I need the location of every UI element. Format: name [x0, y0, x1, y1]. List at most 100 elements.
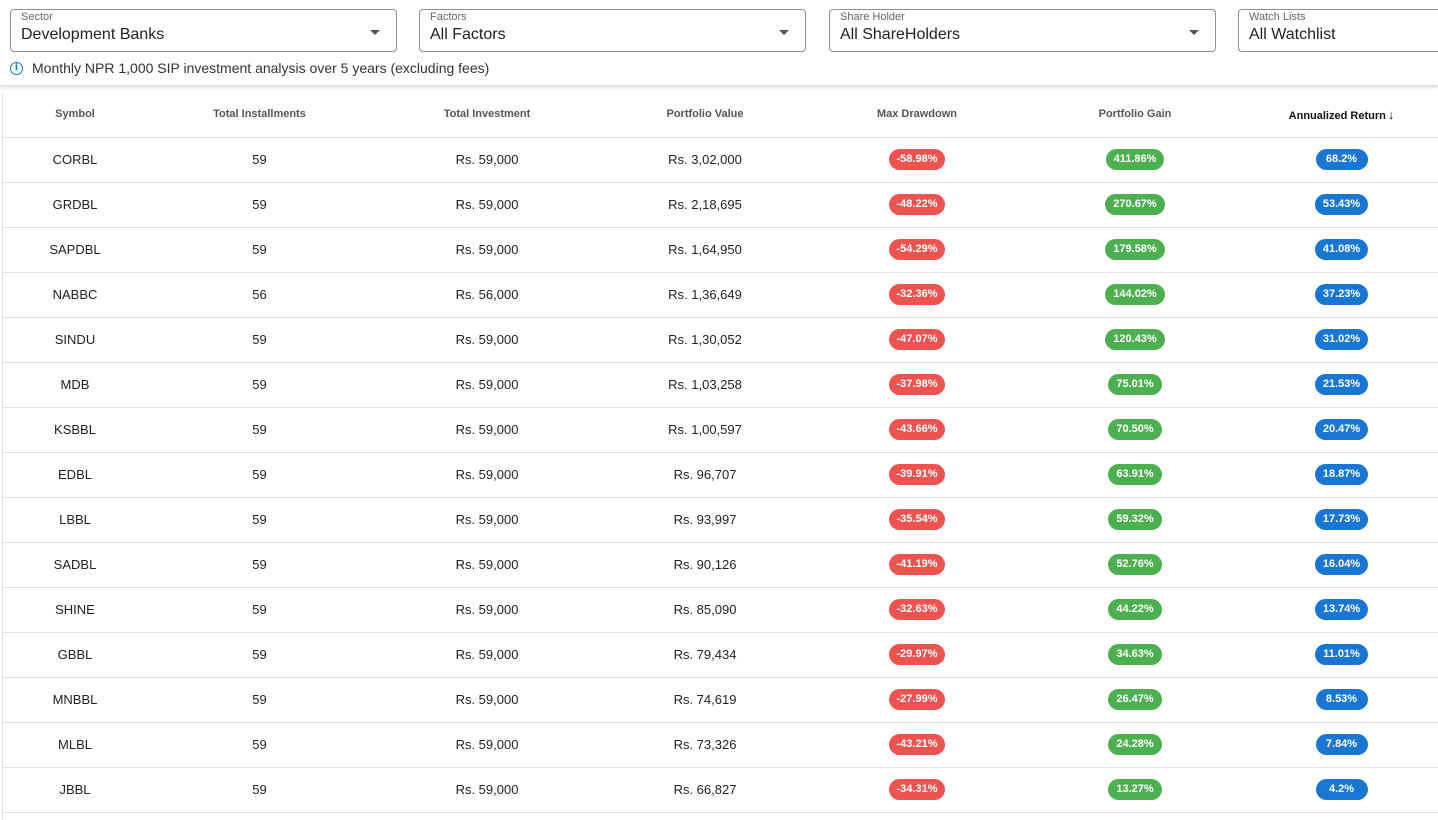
table-row[interactable]: MNBBL 59 Rs. 59,000 Rs. 74,619 -27.99% 26.47%…: [3, 677, 1438, 723]
header-portfolio-gain[interactable]: Portfolio Gain: [1026, 92, 1244, 138]
table-row[interactable]: MDB 59 Rs. 59,000 Rs. 1,03,258 -37.98% 75.01%…: [3, 362, 1438, 408]
max-drawdown-cell: -34.31%: [808, 767, 1026, 813]
max-drawdown-badge: -58.98%: [888, 149, 946, 170]
table-row[interactable]: EDBL 59 Rs. 59,000 Rs. 96,707 -39.91% 63.91% 1…: [3, 452, 1438, 498]
table-row[interactable]: MLBL 59 Rs. 59,000 Rs. 73,326 -43.21% 24.28% 7…: [3, 722, 1438, 768]
max-drawdown-cell: -37.98%: [808, 362, 1026, 408]
shareholder-select[interactable]: Share Holder All ShareHolders: [829, 9, 1216, 52]
symbol-cell: KSBBL: [3, 407, 147, 453]
annualized-return-cell: 16.04%: [1244, 542, 1438, 588]
portfolio-value-cell: Rs. 96,707: [602, 452, 808, 498]
installments-cell: 59: [147, 362, 372, 408]
investment-cell: Rs. 59,000: [372, 407, 602, 453]
annualized-return-badge: 31.02%: [1314, 329, 1369, 350]
portfolio-gain-badge: 26.47%: [1108, 689, 1162, 710]
filter-bar: Sector Development Banks Factors All Fac…: [0, 0, 1438, 86]
investment-cell: Rs. 59,000: [372, 767, 602, 813]
installments-cell: 59: [147, 632, 372, 678]
investment-cell: Rs. 59,000: [372, 542, 602, 588]
info-icon: i: [10, 61, 23, 75]
table-row[interactable]: GRDBL 59 Rs. 59,000 Rs. 2,18,695 -48.22% 270.…: [3, 182, 1438, 228]
portfolio-value-cell: Rs. 79,434: [602, 632, 808, 678]
portfolio-gain-cell: 63.91%: [1026, 452, 1244, 498]
portfolio-gain-cell: 52.76%: [1026, 542, 1244, 588]
max-drawdown-cell: -58.98%: [808, 137, 1026, 183]
max-drawdown-cell: -48.22%: [808, 182, 1026, 228]
portfolio-gain-badge: 24.28%: [1108, 734, 1162, 755]
investment-cell: Rs. 59,000: [372, 722, 602, 768]
header-portfolio-value[interactable]: Portfolio Value: [602, 92, 808, 138]
portfolio-gain-cell: 120.43%: [1026, 317, 1244, 363]
portfolio-gain-badge: 75.01%: [1108, 374, 1162, 395]
table-row[interactable]: SINDU 59 Rs. 59,000 Rs. 1,30,052 -47.07% 120.…: [3, 317, 1438, 363]
shareholder-select-value: All ShareHolders: [840, 26, 961, 43]
portfolio-gain-badge: 70.50%: [1108, 419, 1162, 440]
portfolio-gain-badge: 59.32%: [1108, 509, 1162, 530]
max-drawdown-cell: -47.07%: [808, 317, 1026, 363]
table-row[interactable]: SHINE 59 Rs. 59,000 Rs. 85,090 -32.63% 44.22%…: [3, 587, 1438, 633]
annualized-return-cell: 11.01%: [1244, 632, 1438, 678]
table-row[interactable]: GBBL 59 Rs. 59,000 Rs. 79,434 -29.97% 34.63% 1…: [3, 632, 1438, 678]
annualized-return-cell: 4.2%: [1244, 767, 1438, 813]
installments-cell: 59: [147, 722, 372, 768]
max-drawdown-badge: -43.21%: [888, 734, 946, 755]
header-total-investment[interactable]: Total Investment: [372, 92, 602, 138]
investment-cell: Rs. 59,000: [372, 362, 602, 408]
portfolio-gain-cell: 75.01%: [1026, 362, 1244, 408]
info-note: i Monthly NPR 1,000 SIP investment analy…: [10, 60, 489, 76]
investment-cell: Rs. 59,000: [372, 587, 602, 633]
table-header-row: Symbol Total Installments Total Investme…: [3, 92, 1438, 138]
header-total-installments[interactable]: Total Installments: [147, 92, 372, 138]
max-drawdown-cell: -41.19%: [808, 542, 1026, 588]
table-row[interactable]: JBBL 59 Rs. 59,000 Rs. 66,827 -34.31% 13.27% 4…: [3, 767, 1438, 813]
annualized-return-badge: 41.08%: [1314, 239, 1369, 260]
symbol-cell: SHINE: [3, 587, 147, 633]
header-annualized-return[interactable]: Annualized Return ↓: [1244, 92, 1438, 138]
factors-select[interactable]: Factors All Factors: [419, 9, 806, 52]
portfolio-gain-cell: 34.63%: [1026, 632, 1244, 678]
installments-cell: 59: [147, 452, 372, 498]
header-max-drawdown[interactable]: Max Drawdown: [808, 92, 1026, 138]
portfolio-gain-badge: 44.22%: [1108, 599, 1162, 620]
portfolio-value-cell: Rs. 1,64,950: [602, 227, 808, 273]
max-drawdown-badge: -37.98%: [888, 374, 946, 395]
portfolio-value-cell: Rs. 3,02,000: [602, 137, 808, 183]
annualized-return-badge: 37.23%: [1314, 284, 1369, 305]
portfolio-value-cell: Rs. 73,326: [602, 722, 808, 768]
max-drawdown-cell: -29.97%: [808, 632, 1026, 678]
table-row[interactable]: SAPDBL 59 Rs. 59,000 Rs. 1,64,950 -54.29% 179…: [3, 227, 1438, 273]
annualized-return-cell: 37.23%: [1244, 272, 1438, 318]
annualized-return-cell: 53.43%: [1244, 182, 1438, 228]
installments-cell: 59: [147, 677, 372, 723]
watchlist-select[interactable]: Watch Lists All Watchlist: [1238, 9, 1438, 52]
investment-cell: Rs. 59,000: [372, 677, 602, 723]
sector-select[interactable]: Sector Development Banks: [10, 9, 397, 52]
max-drawdown-badge: -34.31%: [888, 779, 946, 800]
table-row[interactable]: NABBC 56 Rs. 56,000 Rs. 1,36,649 -32.36% 144.…: [3, 272, 1438, 318]
portfolio-gain-badge: 144.02%: [1105, 284, 1165, 305]
installments-cell: 59: [147, 497, 372, 543]
table-row[interactable]: KSBBL 59 Rs. 59,000 Rs. 1,00,597 -43.66% 70.5…: [3, 407, 1438, 453]
symbol-cell: NABBC: [3, 272, 147, 318]
table-row[interactable]: CORBL 59 Rs. 59,000 Rs. 3,02,000 -58.98% 411.…: [3, 137, 1438, 183]
annualized-return-badge: 11.01%: [1315, 644, 1368, 665]
installments-cell: 59: [147, 587, 372, 633]
symbol-cell: JBBL: [3, 767, 147, 813]
annualized-return-cell: 20.47%: [1244, 407, 1438, 453]
annualized-return-cell: 21.53%: [1244, 362, 1438, 408]
annualized-return-cell: 7.84%: [1244, 722, 1438, 768]
symbol-cell: MDB: [3, 362, 147, 408]
annualized-return-badge: 8.53%: [1315, 689, 1368, 710]
table-row[interactable]: SADBL 59 Rs. 59,000 Rs. 90,126 -41.19% 52.76%…: [3, 542, 1438, 588]
header-symbol[interactable]: Symbol: [3, 92, 147, 138]
portfolio-value-cell: Rs. 1,30,052: [602, 317, 808, 363]
annualized-return-badge: 4.2%: [1315, 779, 1368, 800]
installments-cell: 59: [147, 407, 372, 453]
table-row[interactable]: LBBL 59 Rs. 59,000 Rs. 93,997 -35.54% 59.32% 1…: [3, 497, 1438, 543]
caret-down-icon: [779, 30, 789, 35]
header-annualized-return-label: Annualized Return: [1288, 109, 1386, 122]
investment-cell: Rs. 59,000: [372, 452, 602, 498]
symbol-cell: LBBL: [3, 497, 147, 543]
symbol-cell: SADBL: [3, 542, 147, 588]
annualized-return-cell: 17.73%: [1244, 497, 1438, 543]
